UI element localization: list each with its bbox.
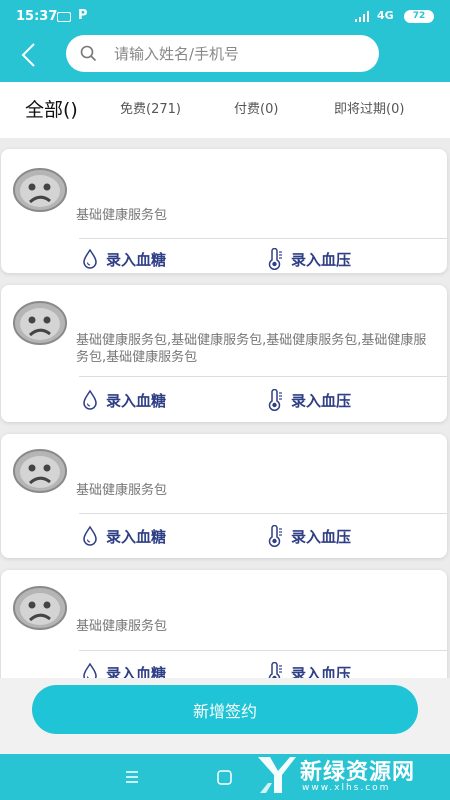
battery-icon: 72 xyxy=(404,10,434,23)
divider xyxy=(79,650,447,651)
record-blood-pressure-button[interactable]: 录入血压 xyxy=(265,387,351,413)
chevron-left-icon xyxy=(21,43,35,67)
record-blood-pressure-button[interactable]: 录入血压 xyxy=(265,660,351,678)
package-text: 基础健康服务包 xyxy=(76,483,168,498)
water-drop-icon xyxy=(83,248,97,269)
back-button[interactable] xyxy=(14,40,44,70)
network-type: 4G xyxy=(377,9,394,22)
status-bar: 15:37 P 4G 72 xyxy=(0,0,450,34)
sad-face-icon xyxy=(13,586,67,630)
record-blood-sugar-button[interactable]: 录入血糖 xyxy=(80,523,166,549)
blood-pressure-label: 录入血压 xyxy=(291,250,352,269)
filter-tabs: 全部() 免费(271) 付费(0) 即将过期(0) xyxy=(0,82,450,138)
record-blood-pressure-button[interactable]: 录入血压 xyxy=(265,523,351,549)
list-item[interactable]: 基础健康服务包 录入血糖 录入血压 xyxy=(1,149,447,273)
water-drop-icon xyxy=(83,389,97,410)
app-badge: P xyxy=(78,8,88,23)
blood-sugar-label: 录入血糖 xyxy=(106,664,167,679)
add-contract-button[interactable]: 新增签约 xyxy=(32,685,418,734)
list-item[interactable]: 基础健康服务包 录入血糖 录入血压 xyxy=(1,434,447,558)
list-item[interactable]: 基础健康服务包 录入血糖 录入血压 xyxy=(1,570,447,678)
thermometer-icon xyxy=(268,662,282,678)
bottom-action-bar: 新增签约 xyxy=(0,678,450,754)
square-home-icon[interactable] xyxy=(216,769,233,786)
message-icon xyxy=(57,12,71,22)
list-item[interactable]: 基础健康服务包,基础健康服务包,基础健康服务包,基础健康服务包,基础健康服务包 … xyxy=(1,285,447,422)
app-header: 15:37 P 4G 72 xyxy=(0,0,450,82)
tab-paid[interactable]: 付费(0) xyxy=(234,82,278,138)
search-icon xyxy=(80,45,97,62)
tab-all[interactable]: 全部() xyxy=(25,82,78,138)
record-blood-sugar-button[interactable]: 录入血糖 xyxy=(80,660,166,678)
sad-face-icon xyxy=(13,449,67,493)
blood-sugar-label: 录入血糖 xyxy=(106,391,167,410)
record-blood-sugar-button[interactable]: 录入血糖 xyxy=(80,387,166,413)
tab-expiring[interactable]: 即将过期(0) xyxy=(334,82,404,138)
system-nav-bar xyxy=(0,754,450,800)
blood-sugar-label: 录入血糖 xyxy=(106,250,167,269)
divider xyxy=(79,238,447,239)
record-blood-pressure-button[interactable]: 录入血压 xyxy=(265,246,351,272)
menu-icon[interactable] xyxy=(124,770,140,784)
blood-pressure-label: 录入血压 xyxy=(291,527,352,546)
thermometer-icon xyxy=(268,389,282,411)
record-blood-sugar-button[interactable]: 录入血糖 xyxy=(80,246,166,272)
thermometer-icon xyxy=(268,525,282,547)
search-input[interactable] xyxy=(114,35,369,72)
water-drop-icon xyxy=(83,662,97,678)
package-text: 基础健康服务包 xyxy=(76,208,168,223)
search-box[interactable] xyxy=(66,35,379,72)
sad-face-icon xyxy=(13,168,67,212)
thermometer-icon xyxy=(268,248,282,270)
divider xyxy=(79,513,447,514)
water-drop-icon xyxy=(83,525,97,546)
sad-face-icon xyxy=(13,301,67,345)
package-text: 基础健康服务包 xyxy=(76,619,168,634)
blood-pressure-label: 录入血压 xyxy=(291,391,352,410)
blood-sugar-label: 录入血糖 xyxy=(106,527,167,546)
divider xyxy=(79,376,447,377)
tab-free[interactable]: 免费(271) xyxy=(120,82,181,138)
blood-pressure-label: 录入血压 xyxy=(291,664,352,679)
package-text: 基础健康服务包,基础健康服务包,基础健康服务包,基础健康服务包,基础健康服务包 xyxy=(76,333,427,365)
status-time: 15:37 xyxy=(16,9,58,24)
member-list: 基础健康服务包 录入血糖 录入血压 基础健康服务包,基础健康服务包,基础健康服务… xyxy=(0,138,450,678)
signal-icon xyxy=(355,11,369,22)
